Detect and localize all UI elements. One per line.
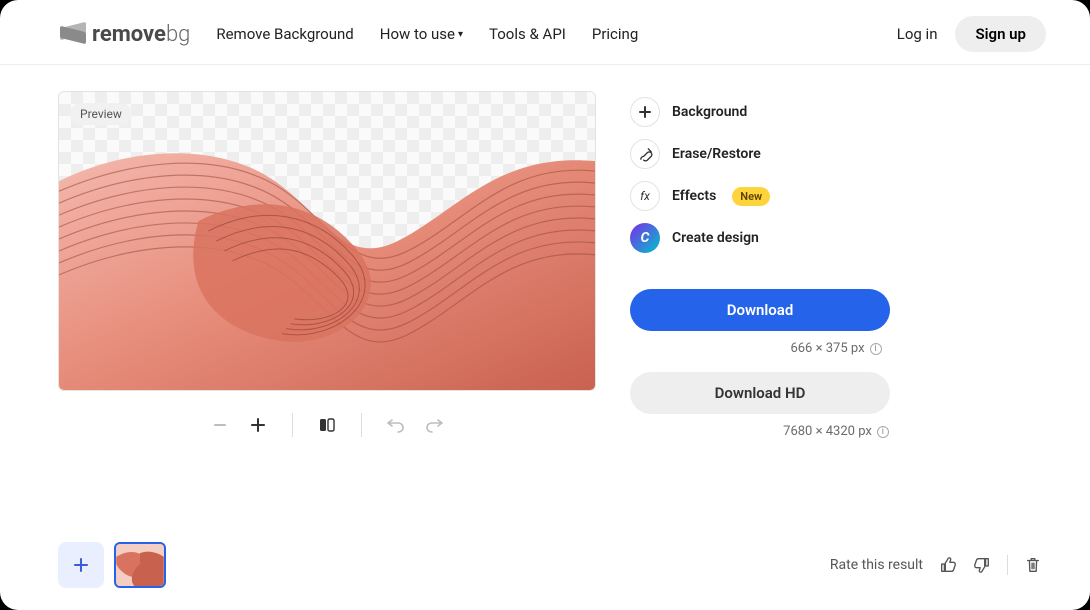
thumbs-down-button[interactable] xyxy=(973,556,991,574)
tools-panel: Background Erase/Restore fx Effects New … xyxy=(630,97,1042,253)
header: removebg Remove Background How to use▾ T… xyxy=(0,0,1090,65)
rate-label: Rate this result xyxy=(830,557,923,573)
login-link[interactable]: Log in xyxy=(897,25,938,43)
canvas-toolbar xyxy=(58,391,596,437)
plus-icon xyxy=(630,97,660,127)
info-icon[interactable]: i xyxy=(870,343,882,355)
info-icon[interactable]: i xyxy=(877,426,889,438)
brush-icon xyxy=(630,139,660,169)
nav-remove-background[interactable]: Remove Background xyxy=(216,25,353,43)
logo-text-light: bg xyxy=(166,22,190,47)
signup-button[interactable]: Sign up xyxy=(955,16,1046,52)
thumbnails xyxy=(58,542,166,588)
preview-canvas[interactable]: Preview xyxy=(58,91,596,391)
thumbs-up-button[interactable] xyxy=(939,556,957,574)
preview-badge: Preview xyxy=(70,103,132,125)
plus-icon xyxy=(74,558,88,572)
logo-mark-icon xyxy=(60,25,86,43)
compare-button[interactable] xyxy=(317,415,337,435)
download-hd-button[interactable]: Download HD xyxy=(630,372,890,414)
thumbnail-selected[interactable] xyxy=(114,542,166,588)
zoom-out-button[interactable] xyxy=(210,415,230,435)
logo-text-bold: remove xyxy=(92,22,166,47)
tool-effects[interactable]: fx Effects New xyxy=(630,181,1042,211)
undo-button[interactable] xyxy=(386,415,406,435)
delete-button[interactable] xyxy=(1024,556,1042,574)
nav-pricing[interactable]: Pricing xyxy=(592,25,638,43)
nav-tools-api[interactable]: Tools & API xyxy=(489,25,566,43)
download-meta: 666 × 375 px i xyxy=(630,331,1042,372)
canva-icon: C xyxy=(630,223,660,253)
nav-how-to-use[interactable]: How to use▾ xyxy=(380,25,463,43)
redo-button[interactable] xyxy=(424,415,444,435)
tool-erase-restore[interactable]: Erase/Restore xyxy=(630,139,1042,169)
add-image-button[interactable] xyxy=(58,542,104,588)
download-hd-meta: 7680 × 4320 px i xyxy=(630,414,1042,455)
fx-icon: fx xyxy=(630,181,660,211)
result-image xyxy=(59,92,595,390)
nav: Remove Background How to use▾ Tools & AP… xyxy=(216,25,638,43)
tool-background[interactable]: Background xyxy=(630,97,1042,127)
tool-create-design[interactable]: C Create design xyxy=(630,223,1042,253)
chevron-down-icon: ▾ xyxy=(458,29,463,40)
download-button[interactable]: Download xyxy=(630,289,890,331)
zoom-in-button[interactable] xyxy=(248,415,268,435)
logo[interactable]: removebg xyxy=(60,22,190,47)
new-badge: New xyxy=(732,187,770,206)
